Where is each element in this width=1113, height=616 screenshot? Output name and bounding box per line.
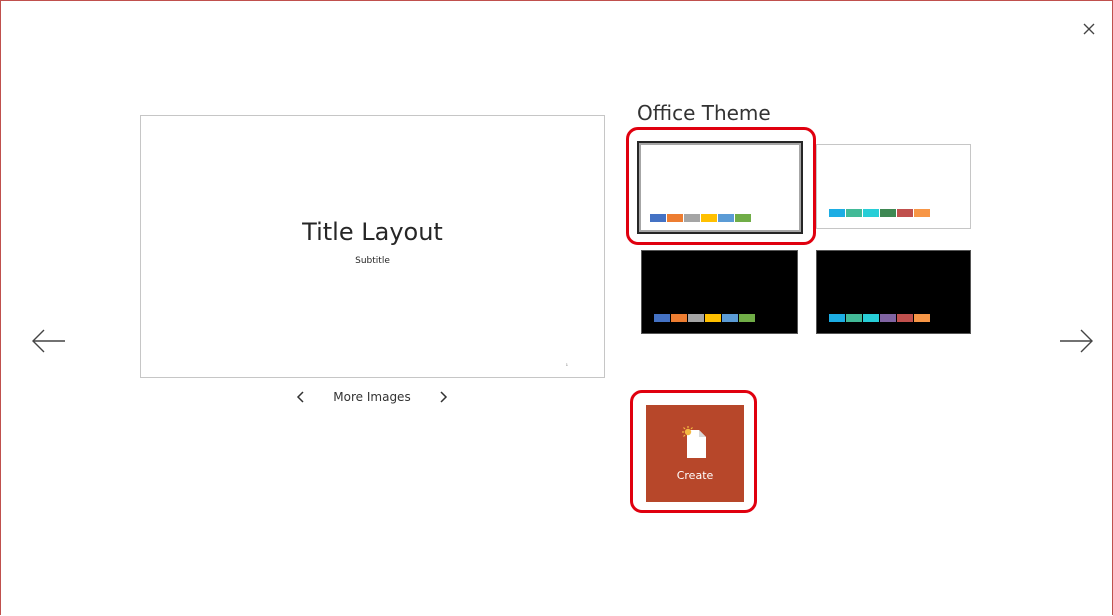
more-images-nav: More Images <box>291 386 453 408</box>
slide-subtitle: Subtitle <box>355 256 390 266</box>
color-swatch <box>739 314 755 322</box>
previous-image-button[interactable] <box>291 387 311 407</box>
new-document-icon <box>682 426 706 458</box>
arrow-right-icon <box>1060 329 1093 353</box>
color-swatch <box>735 214 751 222</box>
color-swatch <box>863 209 879 217</box>
theme-name: Office Theme <box>637 101 771 125</box>
color-swatch <box>880 209 896 217</box>
next-image-button[interactable] <box>433 387 453 407</box>
more-images-label: More Images <box>333 390 411 404</box>
create-label: Create <box>676 469 714 482</box>
color-swatch <box>701 214 717 222</box>
color-swatches <box>650 214 751 222</box>
color-swatches <box>829 209 930 217</box>
slide-preview: Title Layout Subtitle 1 <box>140 115 605 378</box>
color-swatches <box>829 314 930 322</box>
previous-template-button[interactable] <box>29 323 69 359</box>
chevron-left-icon <box>296 391 304 403</box>
theme-variant-1[interactable] <box>637 141 803 234</box>
theme-preview-dialog: Title Layout Subtitle 1 More Images Offi… <box>0 0 1113 615</box>
next-template-button[interactable] <box>1056 323 1096 359</box>
slide-title: Title Layout <box>302 218 443 246</box>
color-swatch <box>722 314 738 322</box>
color-swatch <box>897 314 913 322</box>
theme-variant-3[interactable] <box>641 250 798 334</box>
color-swatch <box>846 314 862 322</box>
color-swatches <box>654 314 755 322</box>
color-swatch <box>880 314 896 322</box>
slide-number: 1 <box>565 362 568 367</box>
color-swatch <box>671 314 687 322</box>
color-swatch <box>863 314 879 322</box>
theme-variant-2[interactable] <box>816 144 971 229</box>
close-button[interactable] <box>1078 18 1100 40</box>
color-swatch <box>650 214 666 222</box>
color-swatch <box>705 314 721 322</box>
close-icon <box>1083 23 1095 35</box>
color-swatch <box>829 209 845 217</box>
chevron-right-icon <box>440 391 448 403</box>
theme-variant-4[interactable] <box>816 250 971 334</box>
color-swatch <box>667 214 683 222</box>
color-swatch <box>897 209 913 217</box>
create-button[interactable]: Create <box>646 405 744 502</box>
color-swatch <box>829 314 845 322</box>
color-swatch <box>688 314 704 322</box>
color-swatch <box>654 314 670 322</box>
color-swatch <box>718 214 734 222</box>
color-swatch <box>684 214 700 222</box>
color-swatch <box>914 314 930 322</box>
arrow-left-icon <box>32 329 65 353</box>
color-swatch <box>846 209 862 217</box>
color-swatch <box>914 209 930 217</box>
